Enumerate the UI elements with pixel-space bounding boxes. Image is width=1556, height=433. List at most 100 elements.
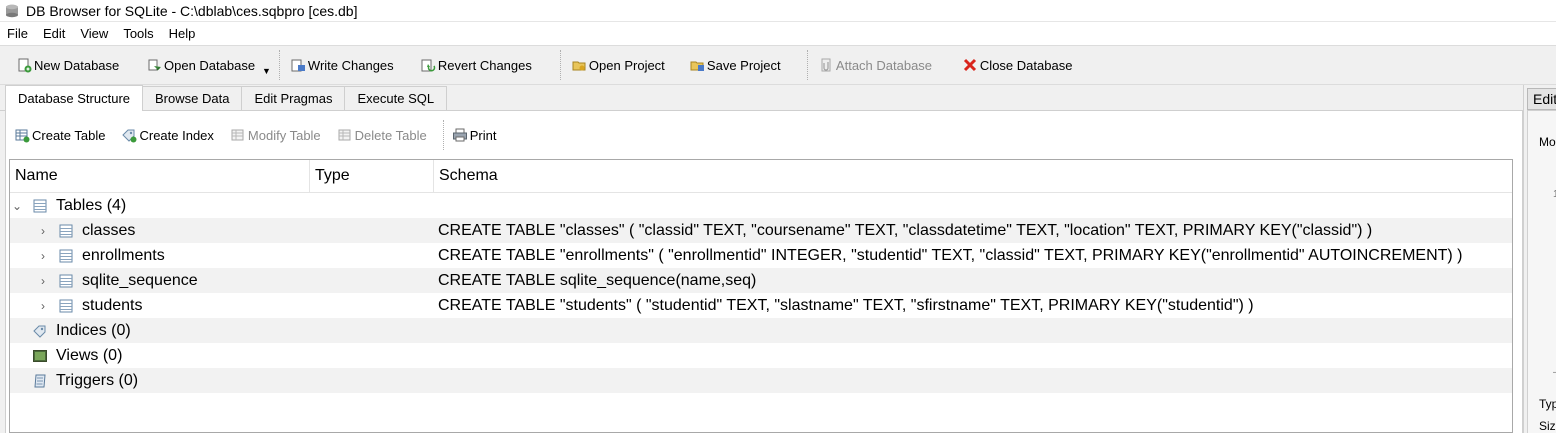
table-row[interactable]: › classes CREATE TABLE "classes" ( "clas… <box>10 218 1512 243</box>
chevron-right-icon[interactable]: › <box>36 224 50 238</box>
table-name: classes <box>82 221 136 239</box>
menu-view[interactable]: View <box>73 26 116 41</box>
close-database-label: Close Database <box>979 57 1073 73</box>
print-button[interactable]: Print <box>448 120 509 150</box>
create-table-button[interactable]: Create Table <box>10 120 117 150</box>
close-icon <box>962 57 978 73</box>
title-bar: DB Browser for SQLite - C:\dblab\ces.sqb… <box>0 0 1556 22</box>
edit-cell-dock-body: Mo 1 – Typ Siz <box>1527 110 1556 433</box>
table-icon <box>58 298 74 314</box>
open-database-button[interactable]: Open Database <box>140 50 264 80</box>
view-icon <box>32 348 48 364</box>
column-header-name[interactable]: Name <box>10 160 310 192</box>
table-icon <box>58 273 74 289</box>
printer-icon <box>452 127 468 143</box>
structure-toolbar: Create Table Create Index Modify Table D… <box>6 111 1522 159</box>
open-project-icon <box>571 57 587 73</box>
table-group-icon <box>32 198 48 214</box>
create-index-button[interactable]: Create Index <box>117 120 225 150</box>
size-label: Siz <box>1539 419 1556 433</box>
create-index-label: Create Index <box>139 127 214 143</box>
open-database-dropdown-arrow-icon[interactable]: ▼ <box>262 66 271 76</box>
table-row[interactable]: › enrollments CREATE TABLE "enrollments"… <box>10 243 1512 268</box>
modify-table-button[interactable]: Modify Table <box>226 120 333 150</box>
tree-group-views[interactable]: Views (0) <box>10 343 1512 368</box>
delete-table-button[interactable]: Delete Table <box>333 120 439 150</box>
tab-browse-data[interactable]: Browse Data <box>142 86 243 110</box>
toolbar-separator <box>278 50 280 80</box>
open-database-label: Open Database <box>164 57 256 73</box>
menu-file[interactable]: File <box>0 26 36 41</box>
main-tab-strip: Database Structure Browse Data Edit Prag… <box>0 85 1523 111</box>
tree-header: Name Type Schema <box>10 160 1512 193</box>
write-changes-label: Write Changes <box>307 57 394 73</box>
toolbar-separator <box>559 50 561 80</box>
attach-database-button[interactable]: Attach Database <box>812 50 956 80</box>
modify-table-icon <box>230 127 246 143</box>
table-row[interactable]: › sqlite_sequence CREATE TABLE sqlite_se… <box>10 268 1512 293</box>
revert-changes-button[interactable]: Revert Changes <box>414 50 556 80</box>
table-schema: CREATE TABLE "enrollments" ( "enrollment… <box>438 246 1463 264</box>
window-title: DB Browser for SQLite - C:\dblab\ces.sqb… <box>26 2 358 19</box>
tree-group-tables[interactable]: ⌄ Tables (4) <box>10 193 1512 218</box>
indices-group-label: Indices (0) <box>56 321 131 339</box>
new-database-button[interactable]: New Database <box>10 50 140 80</box>
close-database-button[interactable]: Close Database <box>956 50 1076 80</box>
database-structure-tree[interactable]: Name Type Schema ⌄ Tables (4) › classes … <box>9 159 1513 433</box>
triggers-group-label: Triggers (0) <box>56 371 139 389</box>
table-schema: CREATE TABLE "students" ( "studentid" TE… <box>438 296 1254 314</box>
chevron-down-icon[interactable]: ⌄ <box>10 199 24 213</box>
chevron-right-icon[interactable]: › <box>36 299 50 313</box>
tree-group-indices[interactable]: Indices (0) <box>10 318 1512 343</box>
save-project-button[interactable]: Save Project <box>683 50 803 80</box>
create-table-icon <box>14 127 30 143</box>
tab-execute-sql[interactable]: Execute SQL <box>344 86 448 110</box>
open-project-button[interactable]: Open Project <box>565 50 683 80</box>
trigger-script-icon <box>32 373 48 389</box>
table-row[interactable]: › students CREATE TABLE "students" ( "st… <box>10 293 1512 318</box>
print-label: Print <box>469 127 497 143</box>
main-toolbar: New Database Open Database ▼ Write Chang… <box>0 45 1556 85</box>
toolbar-separator <box>442 120 444 150</box>
open-database-icon <box>146 57 162 73</box>
open-project-label: Open Project <box>588 57 665 73</box>
create-index-icon <box>121 127 137 143</box>
attach-database-icon <box>818 57 834 73</box>
write-changes-icon <box>290 57 306 73</box>
chevron-right-icon[interactable]: › <box>36 274 50 288</box>
database-structure-panel: Create Table Create Index Modify Table D… <box>5 111 1523 433</box>
chevron-right-icon[interactable]: › <box>36 249 50 263</box>
column-header-schema[interactable]: Schema <box>434 160 1512 192</box>
table-name: students <box>82 296 143 314</box>
save-project-label: Save Project <box>706 57 781 73</box>
save-project-icon <box>689 57 705 73</box>
views-group-label: Views (0) <box>56 346 123 364</box>
database-app-icon <box>4 3 20 19</box>
column-header-type[interactable]: Type <box>310 160 434 192</box>
delete-table-label: Delete Table <box>354 127 427 143</box>
mode-label: Mo <box>1539 135 1556 149</box>
table-schema: CREATE TABLE "classes" ( "classid" TEXT,… <box>438 221 1373 239</box>
table-icon <box>58 248 74 264</box>
table-icon <box>58 223 74 239</box>
menu-tools[interactable]: Tools <box>116 26 161 41</box>
create-table-label: Create Table <box>32 127 106 143</box>
menu-edit[interactable]: Edit <box>36 26 73 41</box>
tab-database-structure[interactable]: Database Structure <box>5 85 144 111</box>
delete-table-icon <box>337 127 353 143</box>
table-name: enrollments <box>82 246 165 264</box>
index-tag-icon <box>32 323 48 339</box>
menu-help[interactable]: Help <box>162 26 204 41</box>
edit-cell-dock: Edit Mo 1 – Typ Siz <box>1523 85 1556 433</box>
edit-cell-dock-tab[interactable]: Edit <box>1527 88 1556 110</box>
modify-table-label: Modify Table <box>247 127 321 143</box>
tab-edit-pragmas[interactable]: Edit Pragmas <box>241 86 346 110</box>
tree-group-triggers[interactable]: Triggers (0) <box>10 368 1512 393</box>
new-database-icon <box>16 57 32 73</box>
menu-bar: File Edit View Tools Help <box>0 22 1556 45</box>
revert-changes-icon <box>420 57 436 73</box>
type-label: Typ <box>1539 397 1556 411</box>
attach-database-label: Attach Database <box>835 57 933 73</box>
write-changes-button[interactable]: Write Changes <box>284 50 414 80</box>
revert-changes-label: Revert Changes <box>437 57 532 73</box>
